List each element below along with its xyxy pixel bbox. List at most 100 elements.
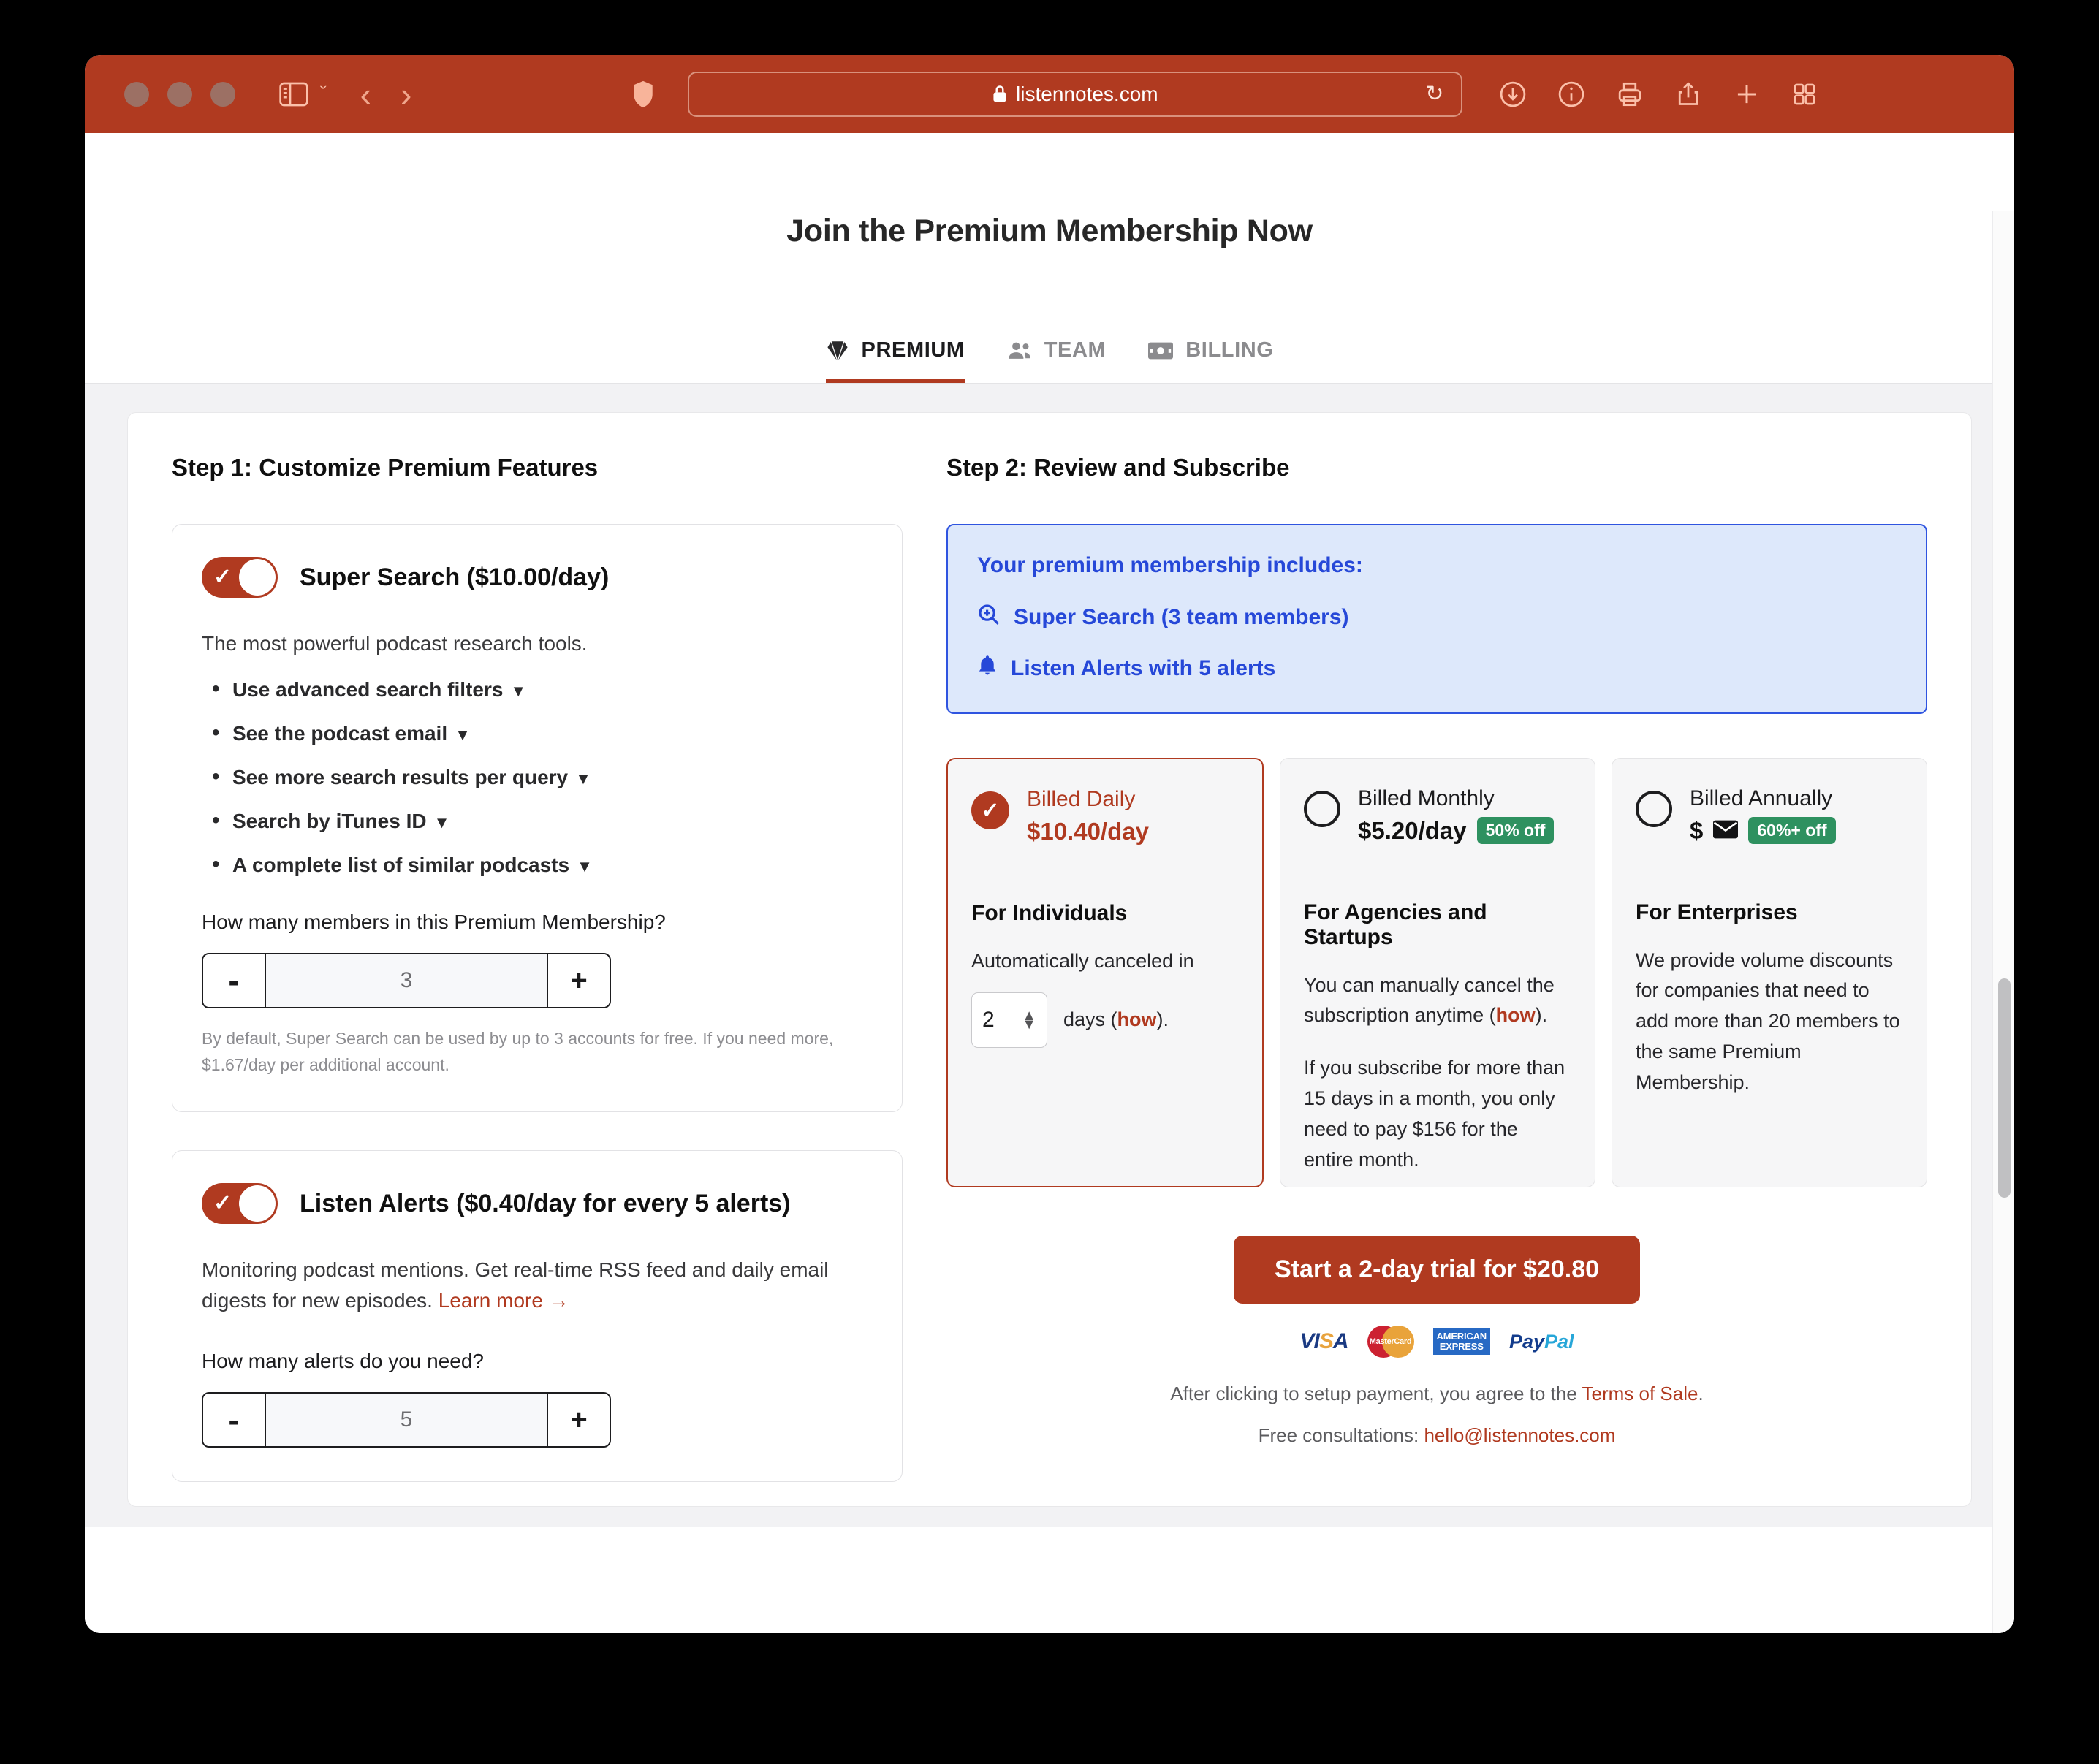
window-controls[interactable] (124, 82, 235, 107)
plan-billed-daily[interactable]: ✓ Billed Daily $10.40/day For Individual… (946, 758, 1264, 1187)
plan-price-label: $5.20/day (1358, 817, 1467, 845)
terms-agreement: After clicking to setup payment, you agr… (946, 1383, 1927, 1405)
tab-team-label: TEAM (1044, 338, 1107, 362)
trial-days-row: 2 ▲▼ days (how). (971, 992, 1239, 1048)
terms-of-sale-link[interactable]: Terms of Sale (1582, 1383, 1698, 1404)
tab-premium[interactable]: PREMIUM (826, 338, 965, 383)
chevron-down-icon[interactable]: ˇ (320, 83, 327, 105)
tab-team[interactable]: TEAM (1007, 338, 1107, 383)
browser-toolbar: ˇ ‹ › listennotes.com ↻ (85, 55, 2014, 133)
page-header: Join the Premium Membership Now PREMIUM … (85, 133, 2014, 384)
scrollbar-thumb[interactable] (1998, 978, 2011, 1198)
radio-unselected-icon[interactable] (1636, 791, 1672, 827)
radio-selected-icon[interactable]: ✓ (971, 791, 1009, 829)
plan-price-label: $10.40/day (1027, 818, 1149, 845)
envelope-icon[interactable] (1713, 817, 1738, 845)
list-item[interactable]: Use advanced search filters▼ (202, 678, 873, 702)
info-icon[interactable] (1557, 80, 1585, 108)
list-item[interactable]: See the podcast email▼ (202, 722, 873, 745)
toggle-knob (239, 1185, 276, 1222)
trial-days-input[interactable]: 2 ▲▼ (971, 992, 1047, 1048)
plan-paragraph: If you subscribe for more than 15 days i… (1304, 1053, 1571, 1175)
share-icon[interactable] (1674, 80, 1702, 108)
includes-item-super-search[interactable]: Super Search (3 team members) (977, 603, 1897, 632)
diamond-icon (826, 339, 849, 362)
super-search-toggle[interactable]: ✓ (202, 557, 278, 598)
tab-overview-icon[interactable] (1791, 81, 1818, 107)
mastercard-logo: MasterCard (1367, 1326, 1414, 1358)
paypal-logo: PayPal (1509, 1331, 1574, 1353)
super-search-title: Super Search ($10.00/day) (300, 563, 609, 592)
listen-alerts-toggle[interactable]: ✓ (202, 1183, 278, 1224)
print-icon[interactable] (1616, 80, 1644, 108)
plan-price: $5.20/day 50% off (1358, 817, 1554, 845)
agree-post: . (1698, 1383, 1703, 1404)
members-value[interactable]: 3 (265, 954, 548, 1007)
list-item[interactable]: Search by iTunes ID▼ (202, 810, 873, 833)
page-title: Join the Premium Membership Now (85, 213, 2014, 249)
plan-audience: For Enterprises (1636, 900, 1903, 925)
list-item[interactable]: See more search results per query ▼ (202, 766, 873, 789)
members-stepper[interactable]: - 3 + (202, 953, 611, 1008)
how-link[interactable]: how (1117, 1008, 1157, 1030)
step1-column: Step 1: Customize Premium Features ✓ Sup… (172, 454, 903, 1465)
members-increment-button[interactable]: + (548, 954, 610, 1007)
plan-billed-annually[interactable]: Billed Annually $ 60%+ off (1612, 758, 1927, 1187)
alerts-value[interactable]: 5 (265, 1394, 548, 1446)
includes-item-label: Super Search (3 team members) (1014, 605, 1349, 630)
alerts-decrement-button[interactable]: - (203, 1394, 265, 1446)
minimize-button[interactable] (167, 82, 192, 107)
toggle-knob (239, 559, 276, 596)
downloads-icon[interactable] (1499, 80, 1527, 108)
page-scrollbar[interactable] (1992, 211, 2014, 1633)
spinner-arrows-icon[interactable]: ▲▼ (1022, 1011, 1036, 1030)
amex-line-2: EXPRESS (1440, 1341, 1484, 1352)
learn-more-link[interactable]: Learn more → (439, 1289, 569, 1312)
contact-email-link[interactable]: hello@listennotes.com (1424, 1424, 1615, 1446)
reload-icon[interactable]: ↻ (1425, 81, 1443, 107)
chevron-down-icon[interactable]: ▼ (434, 813, 450, 832)
members-fineprint: By default, Super Search can be used by … (202, 1026, 852, 1078)
plan-price: $ 60%+ off (1690, 817, 1836, 845)
start-trial-button[interactable]: Start a 2-day trial for $20.80 (1234, 1236, 1640, 1304)
alerts-question: How many alerts do you need? (202, 1350, 873, 1373)
step2-column: Step 2: Review and Subscribe Your premiu… (946, 454, 1927, 1465)
step2-title: Step 2: Review and Subscribe (946, 454, 1927, 482)
payment-logos: VISA MasterCard AMERICAN EXPRESS PayPal (946, 1326, 1927, 1358)
members-decrement-button[interactable]: - (203, 954, 265, 1007)
bullet-label: See more search results per query (232, 766, 568, 788)
shield-icon[interactable] (631, 80, 656, 109)
tab-billing-label: BILLING (1185, 338, 1273, 362)
address-bar[interactable]: listennotes.com ↻ (688, 72, 1462, 117)
chevron-down-icon[interactable]: ▼ (510, 682, 526, 700)
maximize-button[interactable] (210, 82, 235, 107)
tab-premium-label: PREMIUM (862, 338, 965, 362)
sidebar-icon[interactable] (279, 82, 308, 107)
discount-badge: 60%+ off (1748, 817, 1835, 844)
how-link[interactable]: how (1496, 1004, 1536, 1026)
listen-alerts-card: ✓ Listen Alerts ($0.40/day for every 5 a… (172, 1150, 903, 1482)
people-icon (1007, 339, 1032, 362)
money-icon (1148, 341, 1173, 360)
alerts-increment-button[interactable]: + (548, 1394, 610, 1446)
radio-unselected-icon[interactable] (1304, 791, 1340, 827)
close-button[interactable] (124, 82, 149, 107)
list-item[interactable]: A complete list of similar podcasts▼ (202, 854, 873, 877)
includes-item-listen-alerts[interactable]: Listen Alerts with 5 alerts (977, 654, 1897, 683)
paragraph-post: ). (1536, 1004, 1548, 1026)
chevron-down-icon[interactable]: ▼ (577, 857, 593, 875)
back-button[interactable]: ‹ (360, 77, 371, 111)
chevron-down-icon[interactable]: ▼ (575, 769, 591, 788)
plan-body: Automatically canceled in 2 ▲▼ days (how… (971, 946, 1239, 1049)
forward-button[interactable]: › (401, 77, 411, 111)
alerts-stepper[interactable]: - 5 + (202, 1392, 611, 1448)
days-suffix-a: days ( (1063, 1008, 1117, 1030)
super-search-card: ✓ Super Search ($10.00/day) The most pow… (172, 524, 903, 1112)
tab-billing[interactable]: BILLING (1148, 338, 1273, 383)
chevron-down-icon[interactable]: ▼ (455, 726, 471, 744)
plan-billed-monthly[interactable]: Billed Monthly $5.20/day 50% off For Age… (1280, 758, 1595, 1187)
trial-days-suffix: days (how). (1063, 1005, 1169, 1035)
new-tab-icon[interactable] (1733, 80, 1761, 108)
lock-icon (992, 85, 1007, 103)
plan-period-label: Billed Annually (1690, 785, 1836, 813)
